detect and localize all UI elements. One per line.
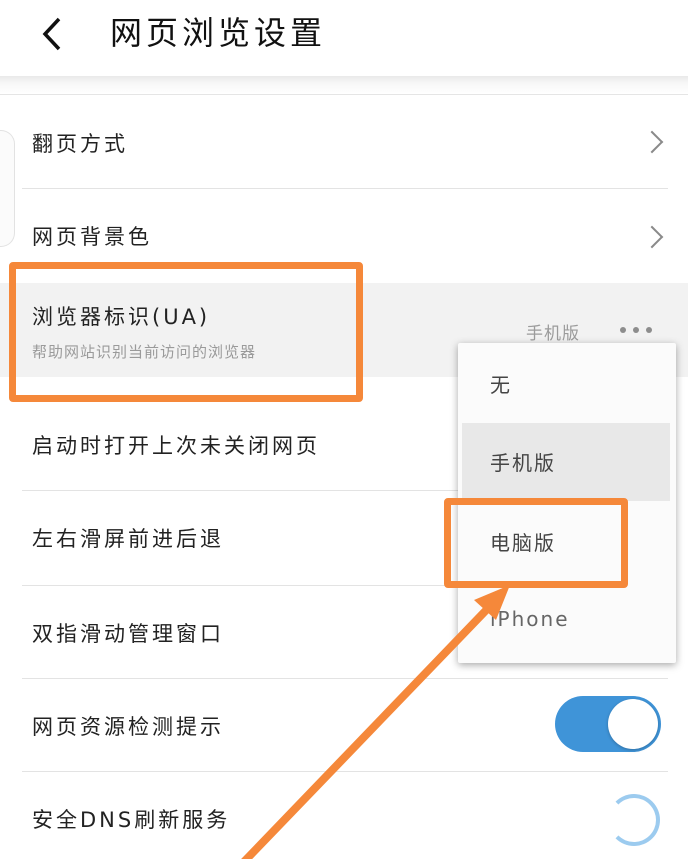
annotation-arrow [241, 585, 510, 859]
